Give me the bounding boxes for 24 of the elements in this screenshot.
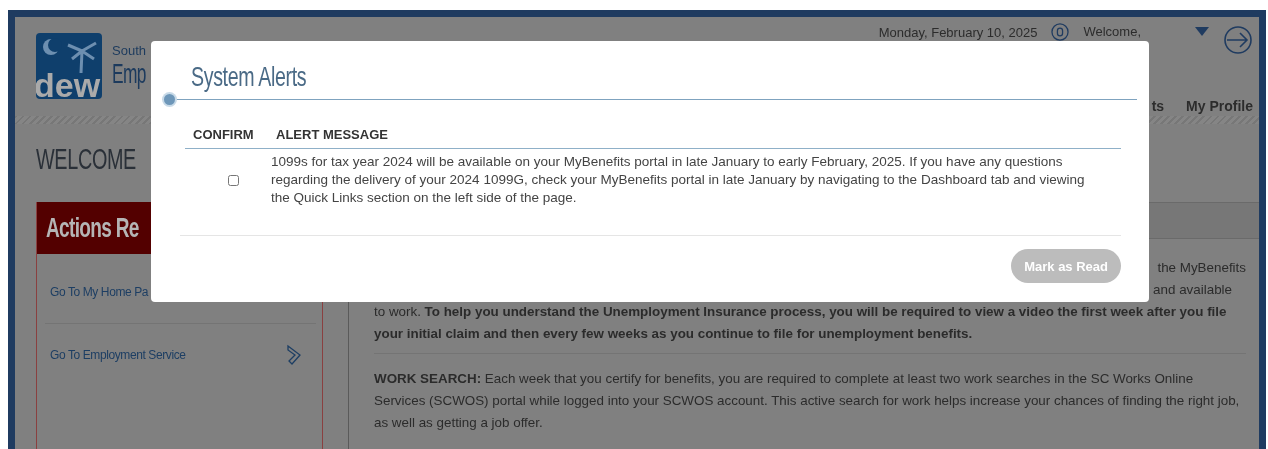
logo-icon: dew (36, 33, 102, 99)
column-header: ALERT MESSAGE (276, 127, 389, 142)
agency-name: South (112, 43, 147, 58)
sidebar-link[interactable]: Go To Employment Service (45, 323, 316, 386)
body-paragraph: WORK SEARCH: Each week that you certify for benefits, you are required to complete at least two work searches in the SC Works Online Services (SCWOS) portal while logged into your SCWOS account. This active search for work helps increase your chances of finding the right job, as well as getting a job offer. (374, 353, 1246, 434)
nav-link[interactable]: ts (1151, 98, 1165, 114)
nav-link[interactable]: My Profile (1186, 98, 1253, 114)
chevron-icon (286, 344, 302, 366)
body-text: the MyBenefits (1157, 260, 1246, 275)
site-title: Emp (112, 58, 146, 90)
page-title: WELCOME (36, 142, 136, 176)
dialog-title: System Alerts (191, 61, 307, 94)
dot-icon (164, 94, 175, 105)
body-text: and available (1153, 282, 1232, 297)
user-icon (1051, 23, 1070, 41)
caret-icon[interactable] (1195, 27, 1209, 36)
welcome-text: Welcome, (1083, 24, 1141, 39)
confirm-checkbox[interactable] (228, 174, 239, 186)
date-text: Monday, February 10, 2025 (878, 25, 1038, 40)
column-header: CONFIRM (193, 127, 255, 142)
alert-message: 1099s for tax year 2024 will be available on your MyBenefits portal in late January to early February, 2025. If you have any questions regarding the delivery of your 2024 1099G, check your MyBenefits portal in late January by navigating to the Dashboard tab and viewing the Quick Links section on the left side of the page. (271, 153, 1086, 207)
logout-icon[interactable] (1223, 25, 1253, 55)
body-paragraph: to work. To help you understand the Unemployment Insurance process, you will be required to view a video the first week after you file your initial claim and then every few weeks as you continue to file for unemployment benefits. (374, 303, 1228, 343)
card-title: Actions Re (46, 212, 139, 244)
